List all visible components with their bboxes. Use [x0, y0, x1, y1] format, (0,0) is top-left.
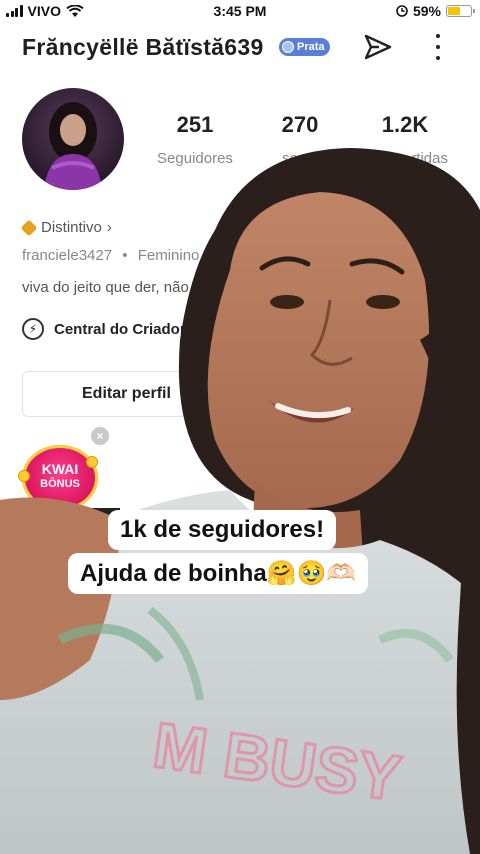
battery-percent: 59%: [412, 3, 441, 19]
caption-line-1: 1k de seguidores!: [108, 510, 337, 550]
person-photo-overlay: M BUSY: [0, 148, 480, 854]
stat-value: 251: [176, 112, 214, 137]
battery-icon: [446, 5, 475, 17]
gem-icon: [282, 41, 294, 53]
stat-value: 1.2K: [381, 112, 429, 137]
share-icon[interactable]: [361, 30, 395, 64]
level-badge[interactable]: Prata: [279, 38, 330, 56]
more-vertical-icon[interactable]: [428, 32, 448, 62]
status-bar: VIVO 3:45 PM 59%: [0, 0, 480, 24]
profile-name: Frăncyëllë Bătïstă639: [22, 34, 264, 60]
battery-area: 59%: [396, 3, 475, 19]
badge-label: Prata: [297, 41, 325, 53]
caption-line-2: Ajuda de boinha🤗🥹🫶🏻: [68, 553, 369, 594]
stat-value: 270: [281, 112, 319, 137]
alarm-icon: [396, 5, 408, 17]
